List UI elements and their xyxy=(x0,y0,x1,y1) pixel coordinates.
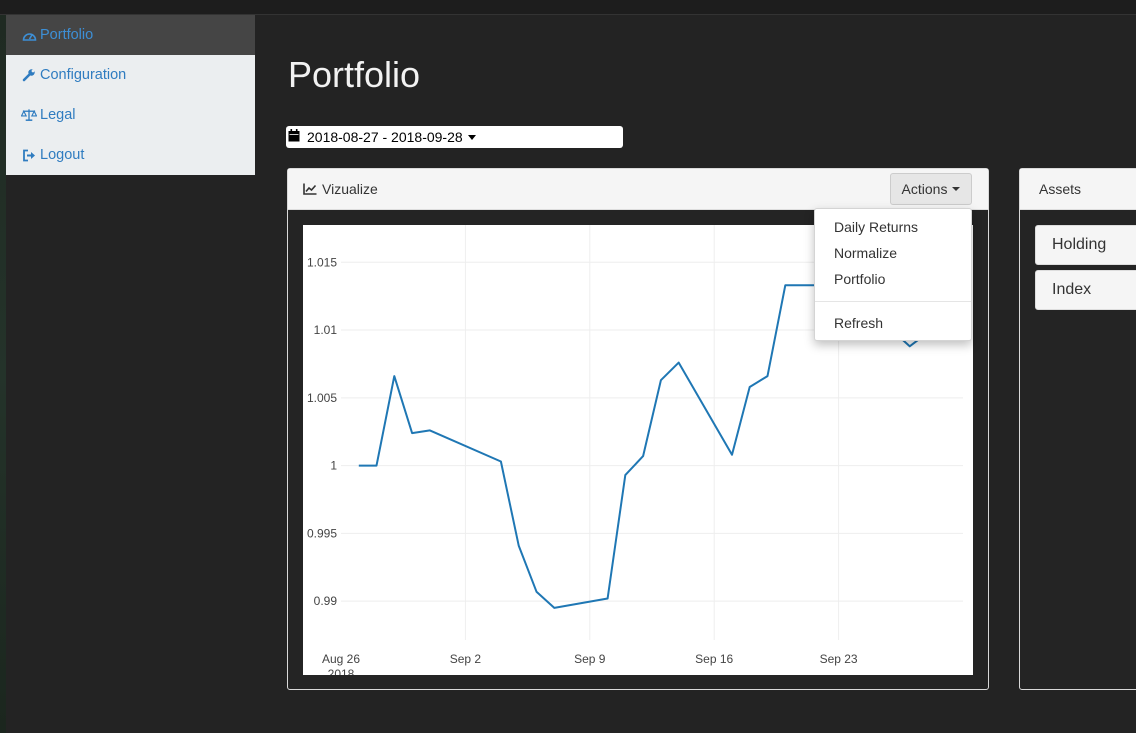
actions-button-label: Actions xyxy=(901,181,948,197)
visualize-panel-header: Vizualize Actions xyxy=(288,169,988,210)
balance-scale-icon xyxy=(21,107,37,123)
y-tick-label: 1 xyxy=(330,459,337,473)
x-tick-label: Aug 26 xyxy=(322,652,360,666)
x-tick-label: Sep 23 xyxy=(820,652,858,666)
sidebar-item-label: Portfolio xyxy=(40,27,94,43)
date-range-picker[interactable]: 2018-08-27 - 2018-09-28 xyxy=(286,126,623,148)
sidebar-item-label: Legal xyxy=(40,107,76,123)
page-title: Portfolio xyxy=(288,54,421,95)
menu-item-refresh[interactable]: Refresh xyxy=(815,310,971,336)
top-bar xyxy=(0,0,1136,15)
sidebar-item-legal[interactable]: Legal xyxy=(6,95,255,135)
line-chart-icon xyxy=(303,183,317,195)
wrench-icon xyxy=(21,67,37,83)
calendar-icon xyxy=(288,129,300,145)
x-tick-label: Sep 2 xyxy=(450,652,482,666)
menu-item-portfolio[interactable]: Portfolio xyxy=(815,266,971,292)
asset-item-index[interactable]: Index xyxy=(1035,270,1136,310)
x-year-label: 2018 xyxy=(328,667,355,675)
assets-panel: Assets Holding Index xyxy=(1019,168,1136,690)
sidebar-item-logout[interactable]: Logout xyxy=(6,135,255,175)
sidebar: Portfolio Configuration Legal Logout xyxy=(6,15,255,175)
y-tick-label: 1.015 xyxy=(307,255,337,269)
menu-divider xyxy=(815,301,971,302)
asset-item-holding[interactable]: Holding xyxy=(1035,225,1136,265)
y-tick-label: 1.005 xyxy=(307,391,337,405)
sidebar-item-label: Configuration xyxy=(40,67,127,83)
menu-item-daily-returns[interactable]: Daily Returns xyxy=(815,214,971,240)
caret-down-icon xyxy=(467,134,476,140)
menu-item-normalize[interactable]: Normalize xyxy=(815,240,971,266)
actions-button[interactable]: Actions xyxy=(890,173,972,205)
sidebar-item-configuration[interactable]: Configuration xyxy=(6,55,255,95)
actions-dropdown-menu: Daily Returns Normalize Portfolio Refres… xyxy=(814,208,972,341)
dashboard-icon xyxy=(21,27,37,43)
y-tick-label: 1.01 xyxy=(314,323,338,337)
sign-out-icon xyxy=(21,147,37,163)
sidebar-item-label: Logout xyxy=(40,147,85,163)
visualize-panel-title: Vizualize xyxy=(322,181,378,197)
x-tick-label: Sep 9 xyxy=(574,652,606,666)
date-range-value: 2018-08-27 - 2018-09-28 xyxy=(307,129,463,145)
y-tick-label: 0.99 xyxy=(314,594,338,608)
y-tick-label: 0.995 xyxy=(307,526,337,540)
caret-down-icon xyxy=(952,187,961,191)
sidebar-item-portfolio[interactable]: Portfolio xyxy=(6,15,255,55)
x-tick-label: Sep 16 xyxy=(695,652,733,666)
assets-panel-title: Assets xyxy=(1020,169,1136,210)
